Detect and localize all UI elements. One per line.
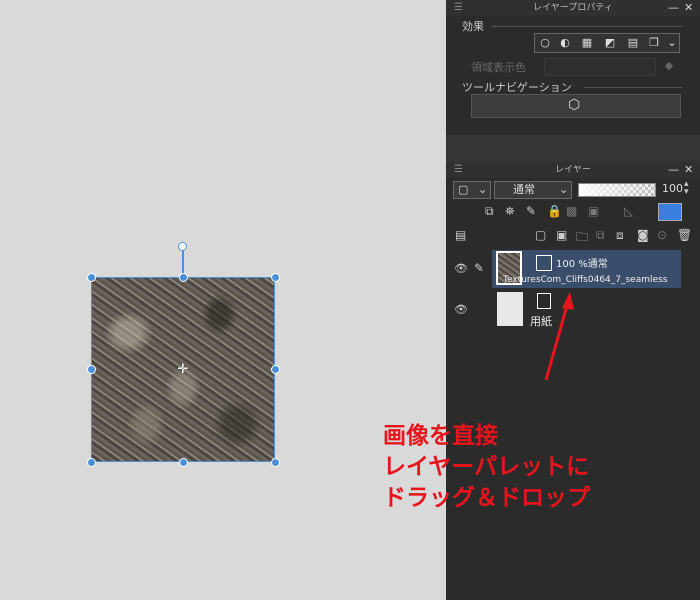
close-icon[interactable]: ✕: [684, 162, 693, 178]
handle-top-left[interactable]: [87, 273, 96, 282]
raster-layer-icon: [536, 255, 552, 271]
tool-navigation-button[interactable]: ⬡: [471, 94, 681, 118]
area-color-field[interactable]: [544, 58, 656, 76]
combine-icon[interactable]: ⧈: [616, 228, 624, 243]
dots-icon[interactable]: ▦: [578, 35, 596, 51]
chevron-down-icon: ⌄: [478, 183, 488, 196]
new-raster-layer-icon[interactable]: ▢: [535, 228, 546, 242]
annotation-arrow: [544, 292, 574, 381]
cube-cursor-icon: ⬡: [568, 97, 581, 113]
paper-thumbnail: [497, 292, 523, 326]
minimize-icon[interactable]: —: [668, 0, 679, 16]
transfer-down-icon[interactable]: ⧉: [596, 228, 605, 243]
handle-bottom-center[interactable]: [179, 458, 188, 467]
pen-icon[interactable]: ✎: [474, 261, 484, 275]
new-folder-icon[interactable]: 🗀: [576, 228, 588, 249]
apply-mask-icon[interactable]: ⊙: [657, 228, 667, 242]
grip-icon[interactable]: ☰: [454, 0, 463, 16]
square-icon: ▢: [458, 183, 469, 196]
handle-bottom-right[interactable]: [271, 458, 280, 467]
divider: [492, 26, 682, 27]
new-vector-layer-icon[interactable]: ▣: [556, 228, 567, 242]
opacity-slider[interactable]: [578, 183, 656, 197]
reference-layer-icon[interactable]: ⛯: [505, 204, 515, 219]
divider: [584, 87, 682, 88]
handle-middle-right[interactable]: [271, 365, 280, 374]
annotation-line-2: レイヤーパレットに: [383, 454, 590, 480]
stepper-icon[interactable]: ▴ ▾: [684, 180, 689, 197]
handle-bottom-left[interactable]: [87, 458, 96, 467]
blend-mode-dropdown[interactable]: 通常 ⌄: [494, 181, 572, 199]
center-crosshair-icon[interactable]: ✛: [177, 363, 189, 376]
grid-icon[interactable]: ▤: [624, 35, 642, 51]
area-color-label: 領域表示色: [471, 61, 526, 74]
opacity-value[interactable]: 100: [662, 182, 683, 195]
grip-icon[interactable]: ☰: [454, 162, 463, 178]
half-circle-icon[interactable]: ◐: [556, 35, 574, 51]
blend-mode-value: 通常: [513, 183, 535, 196]
chevron-down-icon[interactable]: ⌄: [663, 35, 681, 51]
eye-icon[interactable]: 👁: [454, 262, 468, 275]
annotation-line-1: 画像を直接: [383, 423, 498, 449]
circle-icon[interactable]: ○: [536, 35, 554, 51]
expression-color-dropdown[interactable]: ▢ ⌄: [453, 181, 491, 199]
effects-label: 効果: [462, 20, 484, 33]
paint-bucket-icon[interactable]: ◆: [660, 58, 678, 74]
delete-icon[interactable]: 🗑: [677, 228, 692, 242]
layer-color-swatch[interactable]: [658, 203, 682, 221]
tool-nav-label: ツールナビゲーション: [462, 81, 572, 94]
lock-transparent-icon[interactable]: ▩: [566, 204, 577, 218]
handle-top-right[interactable]: [271, 273, 280, 282]
ruler-disable-icon[interactable]: ◺: [624, 204, 633, 218]
close-icon[interactable]: ✕: [684, 0, 693, 16]
chevron-down-icon: ⌄: [559, 183, 569, 196]
panel-gap: [446, 135, 700, 162]
layer-opacity-blend: 100 %通常: [556, 259, 608, 270]
layer-property-titlebar: ☰ レイヤープロパティ — ✕: [446, 0, 700, 16]
handle-top-center[interactable]: [179, 273, 188, 282]
rotation-handle[interactable]: [178, 242, 187, 251]
lock-icon[interactable]: 🔒: [547, 204, 562, 218]
draft-layer-icon[interactable]: ✎: [526, 204, 536, 218]
triangle-icon[interactable]: ◩: [601, 35, 619, 51]
layer-property-title: レイヤープロパティ: [533, 3, 613, 13]
copy-icon[interactable]: ❐: [645, 35, 663, 51]
mask-disable-icon[interactable]: ▣: [588, 204, 599, 218]
layer-name: TexturesCom_Cliffs0464_7_seamless: [503, 275, 668, 285]
clip-layer-icon[interactable]: ⧉: [485, 204, 494, 219]
eye-icon[interactable]: 👁: [454, 303, 468, 316]
annotation-text: 画像を直接 レイヤーパレットに ドラッグ＆ドロップ: [383, 421, 590, 514]
annotation-line-3: ドラッグ＆ドロップ: [383, 485, 590, 511]
layer-panel-menu-icon[interactable]: ▤: [455, 228, 466, 242]
layer-panel-titlebar: ☰ レイヤー — ✕: [446, 162, 700, 178]
layer-panel-title: レイヤー: [555, 165, 591, 175]
minimize-icon[interactable]: —: [668, 162, 679, 178]
handle-middle-left[interactable]: [87, 365, 96, 374]
mask-icon[interactable]: ◙: [637, 228, 649, 242]
